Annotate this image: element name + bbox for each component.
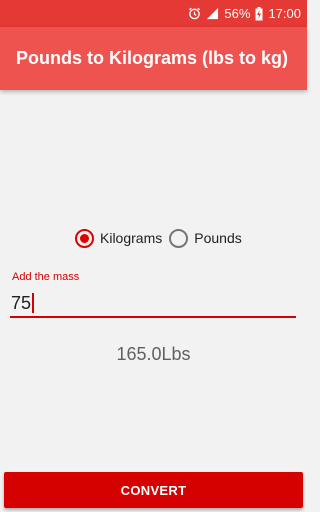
input-underline (10, 316, 296, 318)
radio-unchecked-icon (169, 228, 189, 248)
mass-field-label: Add the mass (12, 271, 80, 283)
mass-field (10, 290, 296, 318)
text-cursor (32, 293, 34, 313)
signal-icon (206, 7, 219, 20)
result-text: 165.0Lbs (116, 344, 191, 364)
radio-pounds[interactable]: Pounds (169, 228, 242, 248)
radio-kilograms-label: Kilograms (100, 230, 163, 246)
unit-radio-group: Kilograms Pounds (75, 226, 242, 250)
alarm-icon (188, 7, 201, 20)
mass-input[interactable] (10, 290, 296, 316)
battery-percent: 56% (224, 6, 251, 21)
radio-kilograms[interactable]: Kilograms (75, 228, 163, 248)
status-bar: 56% 17:00 (0, 0, 307, 27)
app-title: Pounds to Kilograms (lbs to kg) (16, 48, 289, 68)
clock: 17:00 (268, 6, 301, 21)
radio-pounds-label: Pounds (194, 230, 242, 246)
radio-checked-icon (75, 228, 94, 248)
app-bar: Pounds to Kilograms (lbs to kg) (0, 27, 307, 90)
convert-button[interactable]: CONVERT (4, 472, 303, 508)
battery-charging-icon (255, 6, 263, 21)
